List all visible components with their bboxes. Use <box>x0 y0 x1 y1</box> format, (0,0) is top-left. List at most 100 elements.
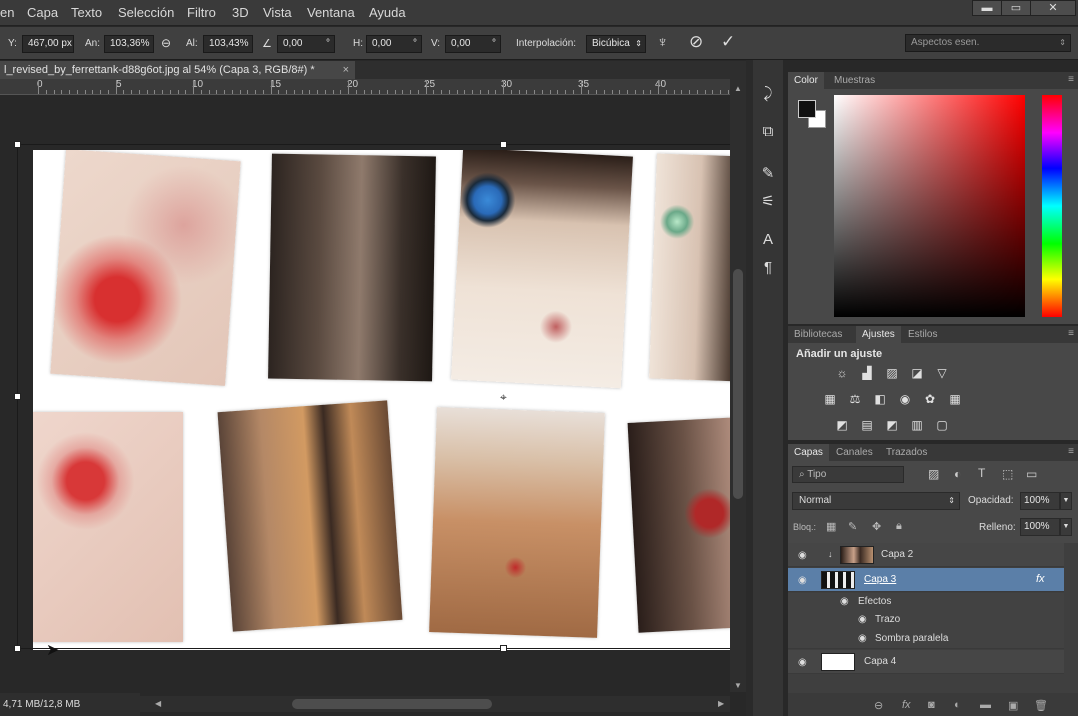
fx-badge[interactable]: fx <box>1036 573 1045 585</box>
invert-icon[interactable]: ◩ <box>833 418 851 432</box>
hue-slider[interactable] <box>1042 95 1062 317</box>
layer-effect-stroke[interactable]: ◉ Trazo <box>788 611 1064 629</box>
transform-handle[interactable] <box>500 141 507 148</box>
tab-estilos[interactable]: Estilos <box>902 326 943 343</box>
maximize-button[interactable]: ▭ <box>1001 0 1031 16</box>
transform-bounding-box[interactable] <box>17 144 731 649</box>
exposure-icon[interactable]: ◪ <box>908 366 926 380</box>
close-tab-icon[interactable]: × <box>343 61 349 79</box>
visibility-eye-icon[interactable]: ◉ <box>798 550 807 561</box>
link-icon[interactable]: ⊖ <box>161 36 171 50</box>
tab-muestras[interactable]: Muestras <box>828 72 881 89</box>
color-picker-field[interactable] <box>834 95 1025 317</box>
paragraph-icon[interactable]: ¶ <box>755 256 781 280</box>
new-group-icon[interactable]: ▬ <box>980 699 991 711</box>
v-skew-field[interactable]: 0,00 ° <box>445 35 501 53</box>
transform-handle[interactable] <box>14 393 21 400</box>
commit-transform-icon[interactable]: ✓ <box>721 32 735 52</box>
scroll-right-icon[interactable]: ▶ <box>718 699 724 708</box>
photo-filter-icon[interactable]: ◉ <box>896 392 914 406</box>
new-layer-icon[interactable]: ▣ <box>1008 699 1018 712</box>
transform-handle[interactable] <box>14 141 21 148</box>
opacity-dropdown-icon[interactable]: ▼ <box>1060 492 1072 510</box>
opacity-field[interactable]: 100% <box>1020 492 1060 510</box>
tab-ajustes[interactable]: Ajustes <box>856 326 901 343</box>
selective-color-icon[interactable]: ▢ <box>933 418 951 432</box>
angle-field[interactable]: 0,00 ° <box>277 35 335 53</box>
lock-all-icon[interactable]: 🔒︎ <box>896 520 902 533</box>
tab-bibliotecas[interactable]: Bibliotecas <box>788 326 848 343</box>
levels-icon[interactable]: ▟ <box>858 366 876 380</box>
blend-mode-select[interactable]: Normal ⇕ <box>792 492 960 510</box>
tab-color[interactable]: Color <box>788 72 824 89</box>
fill-field[interactable]: 100% <box>1020 518 1060 536</box>
filter-smart-icon[interactable]: ▭ <box>1026 467 1037 481</box>
h-skew-field[interactable]: 0,00 ° <box>366 35 422 53</box>
color-lookup-icon[interactable]: ▦ <box>946 392 964 406</box>
menu-filtro[interactable]: Filtro <box>187 5 216 20</box>
menu-ventana[interactable]: Ventana <box>307 5 355 20</box>
visibility-eye-icon[interactable]: ◉ <box>798 575 807 586</box>
visibility-eye-icon[interactable]: ◉ <box>858 633 867 644</box>
canvas-area[interactable]: ⌖ ➤ <box>0 95 731 692</box>
layer-effect-drop-shadow[interactable]: ◉ Sombra paralela <box>788 629 1064 649</box>
menu-edicion[interactable]: en <box>0 5 14 20</box>
scroll-left-icon[interactable]: ◀ <box>155 699 161 708</box>
fill-dropdown-icon[interactable]: ▼ <box>1060 518 1072 536</box>
transform-handle[interactable] <box>500 645 507 652</box>
character-icon[interactable]: A <box>755 228 781 252</box>
scroll-down-icon[interactable]: ▼ <box>734 681 742 690</box>
tab-capas[interactable]: Capas <box>788 444 829 461</box>
scroll-up-icon[interactable]: ▲ <box>734 84 742 93</box>
layer-row-capa-2[interactable]: ◉ ↓ Capa 2 <box>788 543 1064 567</box>
cancel-transform-icon[interactable]: ⊘ <box>689 32 703 52</box>
menu-vista[interactable]: Vista <box>263 5 292 20</box>
menu-seleccion[interactable]: Selección <box>118 5 174 20</box>
tab-trazados[interactable]: Trazados <box>880 444 933 461</box>
interpolation-select[interactable]: Bicúbica ⇕ <box>586 35 646 53</box>
layer-row-capa-3[interactable]: ◉ Capa 3 fx <box>788 568 1064 592</box>
lock-pixels-icon[interactable]: ✎ <box>848 520 857 533</box>
filter-pixel-icon[interactable]: ▨ <box>928 467 939 481</box>
filter-type-icon[interactable]: T <box>978 466 985 480</box>
visibility-eye-icon[interactable]: ◉ <box>840 596 849 607</box>
black-white-icon[interactable]: ◧ <box>871 392 889 406</box>
3d-icon[interactable]: ⧉ <box>755 120 781 144</box>
horizontal-scrollbar[interactable]: ◀ ▶ <box>140 696 730 712</box>
add-mask-icon[interactable]: ◙ <box>928 699 935 711</box>
lock-position-icon[interactable]: ✥ <box>872 520 881 533</box>
minimize-button[interactable]: ▬ <box>972 0 1002 16</box>
gradient-map-icon[interactable]: ▥ <box>908 418 926 432</box>
warp-icon[interactable]: ♆ <box>657 34 668 51</box>
visibility-eye-icon[interactable]: ◉ <box>798 657 807 668</box>
menu-texto[interactable]: Texto <box>71 5 102 20</box>
transform-handle[interactable] <box>14 645 21 652</box>
filter-adjustment-icon[interactable]: ◐ <box>954 467 961 481</box>
foreground-color-swatch[interactable] <box>798 100 816 118</box>
reference-point-icon[interactable]: ⌖ <box>500 390 507 405</box>
menu-ayuda[interactable]: Ayuda <box>369 5 406 20</box>
panel-menu-icon[interactable]: ≡ <box>1068 446 1074 457</box>
menu-capa[interactable]: Capa <box>27 5 58 20</box>
delete-layer-icon[interactable]: 🗑︎ <box>1034 699 1048 712</box>
vertical-scrollbar[interactable]: ▲ ▼ <box>730 79 746 692</box>
filter-shape-icon[interactable]: ⬚ <box>1002 467 1013 481</box>
horizontal-scroll-thumb[interactable] <box>292 699 492 709</box>
lock-transparent-icon[interactable]: ▦ <box>826 520 836 533</box>
document-tab[interactable]: l_revised_by_ferrettank-d88g6ot.jpg al 5… <box>0 61 355 79</box>
new-adjustment-icon[interactable]: ◐ <box>954 699 961 711</box>
hue-saturation-icon[interactable]: ▦ <box>821 392 839 406</box>
brightness-icon[interactable]: ☼ <box>833 366 851 380</box>
height-field[interactable]: 103,43% <box>203 35 253 53</box>
add-style-icon[interactable]: fx <box>902 699 911 711</box>
panel-menu-icon[interactable]: ≡ <box>1068 328 1074 339</box>
link-layers-icon[interactable]: ⊖ <box>874 699 883 712</box>
workspace-select[interactable]: Aspectos esen. ⇕ <box>905 34 1071 52</box>
panel-menu-icon[interactable]: ≡ <box>1068 74 1074 85</box>
tab-canales[interactable]: Canales <box>830 444 879 461</box>
layer-effects-row[interactable]: ◉ Efectos <box>788 593 1064 611</box>
vibrance-icon[interactable]: ▽ <box>933 366 951 380</box>
layer-row-capa-4[interactable]: ◉ Capa 4 <box>788 650 1064 674</box>
y-field[interactable]: 467,00 px <box>22 35 74 53</box>
color-balance-icon[interactable]: ⚖ <box>846 392 864 406</box>
